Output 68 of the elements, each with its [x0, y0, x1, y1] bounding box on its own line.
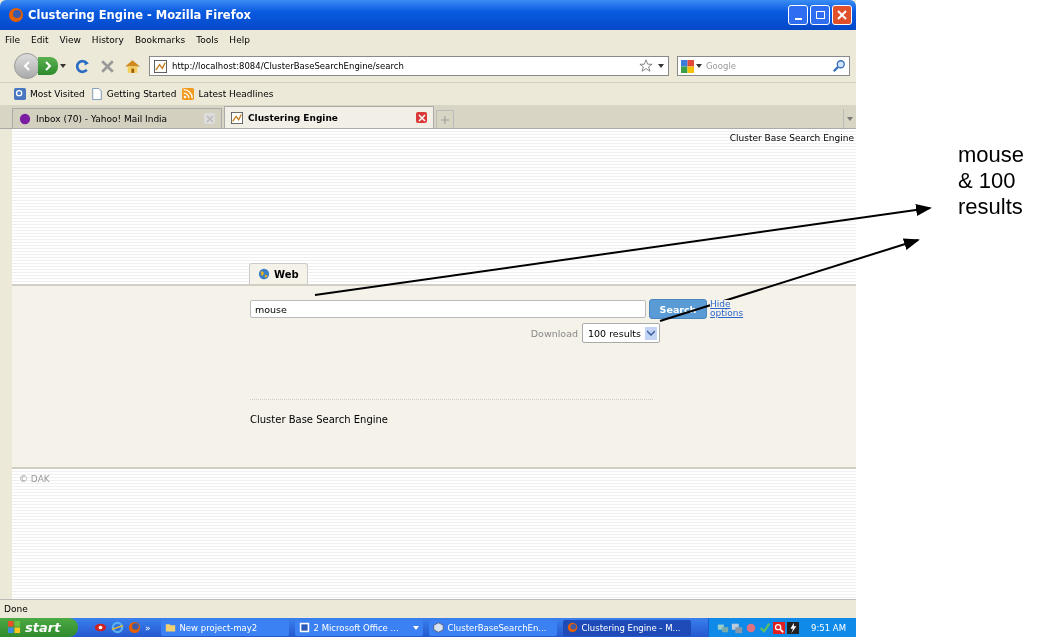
power-icon[interactable] — [787, 621, 800, 634]
address-field[interactable]: http://localhost:8084/ClusterBaseSearchEngine/search — [149, 56, 669, 76]
page-icon — [90, 88, 103, 100]
menu-item[interactable]: File — [5, 35, 21, 45]
window-title: Clustering Engine - Mozilla Firefox — [28, 8, 252, 22]
bookmark-item[interactable]: Latest Headlines — [182, 88, 274, 100]
dropdown-icon — [412, 625, 419, 630]
search-tab[interactable]: Web — [249, 263, 308, 284]
reload-icon[interactable] — [74, 57, 91, 75]
dropdown-icon[interactable] — [645, 326, 657, 340]
network-icon[interactable] — [731, 621, 744, 634]
taskbar-button[interactable]: New project-may2 — [160, 619, 289, 636]
menu-item[interactable]: History — [91, 35, 124, 45]
query-field[interactable]: mouse — [250, 300, 646, 318]
home-icon[interactable] — [124, 57, 141, 75]
quick-launch-icon[interactable] — [111, 621, 124, 634]
annotation-text: mouse & 100 results — [958, 142, 1026, 220]
menu-item[interactable]: Bookmarks — [134, 35, 186, 45]
footer-text: Cluster Base Search Engine — [250, 414, 389, 425]
taskbar-button[interactable]: Clustering Engine - M... — [562, 619, 691, 636]
document-icon — [298, 622, 310, 633]
menu-item[interactable]: Edit — [31, 35, 49, 45]
firefox-icon — [566, 622, 578, 633]
address-text: http://localhost:8084/ClusterBaseSearchEngine/search — [172, 61, 405, 71]
dropdown-icon[interactable] — [696, 64, 702, 68]
search-engine-icon[interactable] — [681, 59, 694, 73]
download-label: Download — [530, 327, 578, 339]
browser-tab[interactable]: Clustering Engine — [224, 106, 434, 128]
close-button[interactable] — [832, 5, 852, 25]
plus-icon — [441, 115, 449, 124]
cube-icon — [432, 622, 444, 633]
restore-button[interactable] — [810, 5, 830, 25]
page-icon — [154, 59, 167, 73]
close-icon — [837, 10, 847, 20]
page-header: Cluster Base Search Engine — [729, 133, 854, 145]
dropdown-icon — [847, 116, 853, 121]
results-select[interactable]: 100 results — [582, 323, 660, 343]
firefox-icon — [8, 7, 24, 23]
search-icon[interactable] — [832, 59, 846, 73]
feed-icon — [182, 88, 195, 100]
bookmark-item[interactable]: Getting Started — [90, 88, 177, 100]
bookmark-item[interactable]: Most Visited — [14, 88, 85, 100]
more-button[interactable]: » — [145, 622, 151, 633]
minimize-button[interactable] — [788, 5, 808, 25]
status-text: Done — [4, 604, 28, 614]
web-search-field[interactable]: Google — [677, 56, 850, 76]
menu-item[interactable]: Tools — [196, 35, 219, 45]
search-icon[interactable] — [773, 621, 786, 634]
dropdown-icon[interactable] — [658, 64, 664, 68]
forward-button[interactable] — [38, 57, 58, 75]
copyright-text: © DAK — [19, 474, 50, 484]
folder-icon — [164, 622, 176, 633]
browser-tab[interactable]: Inbox (70) - Yahoo! Mail India — [12, 108, 222, 128]
back-button[interactable] — [14, 53, 40, 79]
windows-flag-icon — [8, 621, 21, 634]
star-icon[interactable] — [639, 59, 653, 73]
clock: 9:51 AM — [811, 622, 846, 633]
menu-item[interactable]: Help — [229, 35, 250, 45]
globe-icon — [258, 268, 270, 280]
page-icon — [231, 111, 243, 124]
quick-launch-icon[interactable] — [94, 621, 107, 634]
dropdown-icon[interactable] — [60, 64, 66, 68]
taskbar-button[interactable]: ClusterBaseSearchEn... — [428, 619, 557, 636]
taskbar-button[interactable]: 2 Microsoft Office ... — [294, 619, 423, 636]
tab-list-button[interactable] — [843, 109, 856, 128]
menu-item[interactable]: View — [59, 35, 81, 45]
site-icon — [19, 112, 31, 125]
start-button[interactable]: start — [0, 618, 78, 637]
